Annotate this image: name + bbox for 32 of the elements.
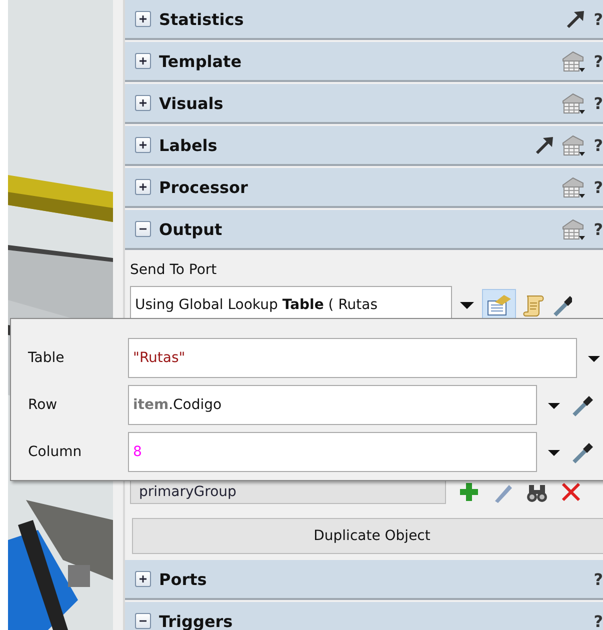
field-label: Column: [28, 444, 83, 460]
section-header[interactable]: Template ?: [125, 42, 603, 82]
section-title: Triggers: [159, 612, 234, 630]
section-title: Processor: [159, 178, 249, 196]
help-icon[interactable]: ?: [594, 94, 603, 112]
section-header[interactable]: Processor ?: [125, 168, 603, 208]
section-title: Output: [159, 220, 224, 238]
section-title: Ports: [159, 570, 208, 588]
duplicate-object-button[interactable]: Duplicate Object: [132, 518, 603, 554]
section-header[interactable]: Labels ?: [125, 126, 603, 166]
group-field[interactable]: primaryGroup: [130, 480, 446, 504]
section-header[interactable]: Ports ?: [125, 560, 603, 600]
section-header[interactable]: Visuals ?: [125, 84, 603, 124]
help-icon[interactable]: ?: [594, 220, 603, 238]
help-icon[interactable]: ?: [594, 10, 603, 28]
help-icon[interactable]: ?: [594, 136, 603, 154]
section-title: Statistics: [159, 10, 245, 28]
field-label: Table: [28, 350, 66, 366]
help-icon[interactable]: ?: [594, 612, 603, 630]
help-icon[interactable]: ?: [594, 52, 603, 70]
section-header[interactable]: Triggers ?: [125, 602, 603, 630]
field-label: Send To Port: [130, 261, 218, 280]
input-field[interactable]: item.Codigo: [128, 384, 537, 424]
section-header[interactable]: Output ?: [125, 210, 603, 250]
section-header[interactable]: Statistics ?: [125, 0, 603, 40]
input-field[interactable]: "Rutas": [128, 338, 577, 378]
field-label: Row: [28, 396, 58, 412]
help-icon[interactable]: ?: [594, 570, 603, 588]
section-title: Visuals: [159, 94, 224, 112]
section-title: Template: [159, 52, 243, 70]
help-icon[interactable]: ?: [594, 178, 603, 196]
section-title: Labels: [159, 136, 218, 154]
